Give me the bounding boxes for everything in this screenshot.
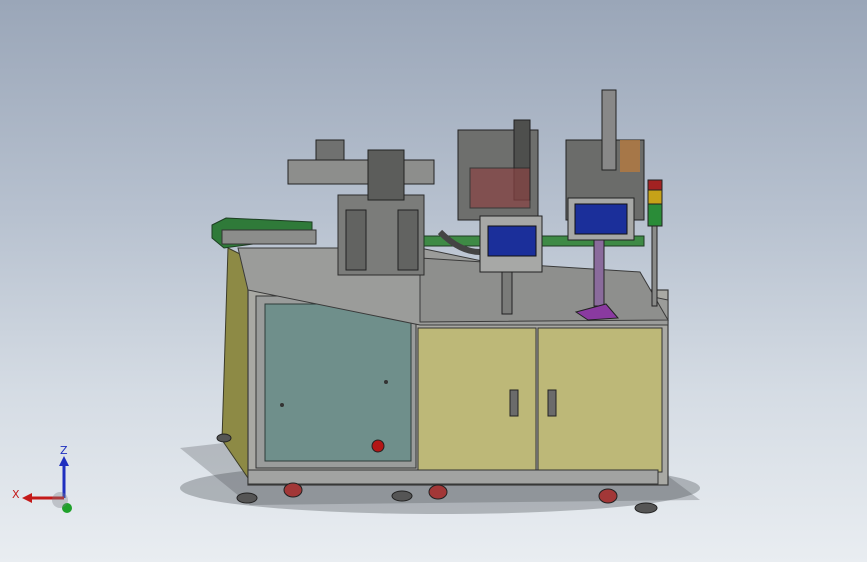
base-rail <box>247 469 659 485</box>
x-axis-label: X <box>12 488 20 501</box>
feeder-rail <box>221 229 317 245</box>
triad-axes <box>22 456 72 513</box>
emergency-stop-button <box>371 439 385 453</box>
left-door-glass <box>264 303 412 462</box>
work-plate <box>419 257 669 323</box>
right-door <box>537 327 663 473</box>
right-door-handle <box>547 389 557 417</box>
hmi-left-post <box>501 271 513 315</box>
model-viewport[interactable]: Z X <box>0 0 867 562</box>
left-gantry-head <box>367 149 405 201</box>
signal-tower-red <box>647 179 663 191</box>
right-vertical-axis <box>601 89 617 171</box>
hmi-left-screen <box>487 225 537 257</box>
cabinet-left-side <box>221 247 249 480</box>
coordinate-triad: Z X <box>12 442 82 520</box>
signal-tower-yellow <box>647 189 663 205</box>
middle-door-handle <box>509 389 519 417</box>
hmi-right-screen <box>574 203 628 235</box>
hmi-right-post <box>593 239 605 307</box>
left-gantry <box>287 159 435 185</box>
machine-model-render[interactable] <box>0 0 867 562</box>
signal-tower-green <box>647 203 663 227</box>
signal-tower-pole <box>651 225 658 307</box>
z-axis-label: Z <box>60 444 68 457</box>
